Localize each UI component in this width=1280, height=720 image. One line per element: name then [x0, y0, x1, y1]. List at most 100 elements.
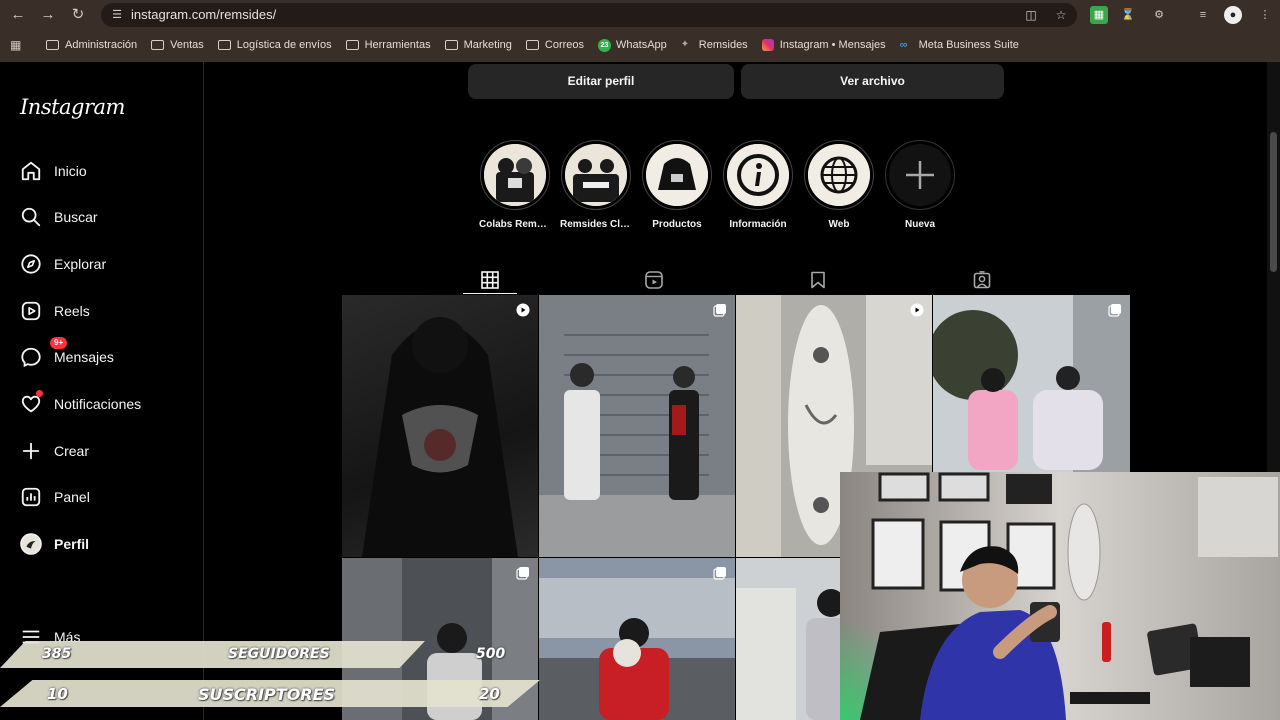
reload-icon[interactable]: ↻: [68, 5, 88, 25]
sidebar-item-panel[interactable]: Panel: [20, 485, 90, 509]
highlight-remsides-club[interactable]: Remsides Club: [560, 140, 632, 230]
highlight-cover-image: [646, 144, 708, 206]
bookmarks-bar: ▦ Administración Ventas Logística de env…: [0, 32, 1280, 58]
bookmark-administracion[interactable]: Administración: [46, 39, 137, 51]
active-tab-indicator: [463, 293, 517, 294]
bookmark-instagram-mensajes[interactable]: Instagram • Mensajes: [761, 39, 886, 51]
reel-indicator-icon: [910, 303, 924, 317]
subscribers-label: SUSCRIPTORES: [198, 685, 336, 704]
folder-icon: [217, 40, 231, 50]
bookmark-star-icon[interactable]: ☆: [1053, 7, 1069, 23]
browser-menu-icon[interactable]: ⋮: [1256, 6, 1274, 24]
webcam-image: [840, 472, 1280, 720]
dashboard-icon: [21, 487, 41, 507]
sidebar-item-mensajes[interactable]: 9+ Mensajes: [20, 337, 114, 369]
sidebar-item-inicio[interactable]: Inicio: [20, 159, 87, 183]
tab-tagged[interactable]: [955, 264, 1009, 296]
highlight-web[interactable]: Web: [803, 140, 875, 230]
bookmark-meta-business[interactable]: ∞ Meta Business Suite: [900, 39, 1019, 51]
browser-chrome: ← → ↻ ☰ instagram.com/remsides/ ◫ ☆ ▦ ⌛ …: [0, 0, 1280, 62]
tab-posts[interactable]: [463, 264, 517, 296]
highlight-new[interactable]: Nueva: [884, 140, 956, 230]
post-image: [539, 558, 735, 720]
bookmark-whatsapp[interactable]: 23 WhatsApp: [598, 38, 667, 52]
hourglass-extension-icon[interactable]: ⌛: [1119, 6, 1137, 24]
subscribers-current: 10: [47, 685, 68, 703]
site-settings-icon[interactable]: ☰: [109, 7, 125, 23]
followers-goal: 500: [476, 646, 506, 662]
address-url[interactable]: instagram.com/remsides/: [131, 7, 276, 23]
folder-icon: [525, 40, 539, 50]
webcam-overlay: [840, 472, 1280, 720]
meta-icon: ∞: [899, 39, 908, 51]
post-image: [362, 317, 518, 557]
posts-grid-icon: [481, 271, 499, 289]
messenger-icon: [21, 347, 41, 368]
browser-profile-avatar[interactable]: ●: [1224, 6, 1242, 24]
followers-counter: 385 SEGUIDORES 500: [0, 641, 505, 668]
instagram-icon: [761, 39, 774, 51]
search-icon: [21, 207, 41, 227]
bookmark-remsides[interactable]: ✦ Remsides: [681, 39, 748, 51]
reels-icon: [645, 271, 663, 289]
carousel-indicator-icon: [713, 304, 726, 317]
tagged-icon: [973, 271, 991, 289]
reel-indicator-icon: [516, 303, 530, 317]
post-image: [539, 295, 735, 557]
highlight-colabs[interactable]: Colabs Remsi...: [479, 140, 551, 230]
sidebar-item-notificaciones[interactable]: Notificaciones: [20, 390, 141, 416]
edit-profile-button[interactable]: Editar perfil: [468, 64, 734, 99]
followers-label: SEGUIDORES: [228, 646, 330, 662]
messages-count-badge: 9+: [50, 337, 68, 349]
sidebar-item-reels[interactable]: Reels: [20, 299, 90, 323]
instagram-sidebar: Instagram Inicio Buscar Explorar Reels 9…: [0, 62, 204, 720]
extension-green-icon[interactable]: ▦: [1090, 6, 1108, 24]
add-highlight-plus-icon: [889, 144, 951, 206]
carousel-indicator-icon: [516, 567, 529, 580]
avatar-icon: [20, 533, 42, 555]
instagram-logo[interactable]: Instagram: [20, 95, 125, 119]
remsides-logo-icon: ✦: [680, 39, 690, 50]
sidebar-item-buscar[interactable]: Buscar: [20, 205, 98, 229]
post-tile[interactable]: [539, 295, 735, 557]
carousel-indicator-icon: [1108, 304, 1121, 317]
folder-icon: [444, 40, 458, 50]
notification-dot: [36, 390, 43, 397]
home-icon: [21, 161, 41, 181]
reading-list-icon[interactable]: ≡: [1194, 6, 1212, 24]
highlight-productos[interactable]: Productos: [641, 140, 713, 230]
sidebar-item-explorar[interactable]: Explorar: [20, 252, 106, 276]
followers-current: 385: [42, 646, 72, 662]
sidebar-item-perfil[interactable]: Perfil: [20, 532, 89, 556]
info-icon: [727, 144, 789, 206]
reels-icon: [21, 301, 41, 321]
saved-icon: [811, 271, 825, 289]
subscribers-counter: 10 SUSCRIPTORES 20: [0, 680, 540, 707]
apps-grid-icon[interactable]: ▦: [10, 38, 24, 52]
view-archive-button[interactable]: Ver archivo: [741, 64, 1004, 99]
compass-icon: [21, 254, 41, 274]
folder-icon: [345, 40, 359, 50]
scrollbar-thumb[interactable]: [1270, 132, 1277, 272]
back-arrow-icon[interactable]: ←: [8, 5, 28, 25]
globe-icon: [808, 144, 870, 206]
carousel-indicator-icon: [713, 567, 726, 580]
subscribers-goal: 20: [479, 685, 500, 703]
highlight-cover-image: [484, 144, 546, 206]
bookmark-correos[interactable]: Correos: [525, 39, 584, 51]
sidebar-item-crear[interactable]: Crear: [20, 439, 89, 463]
bookmark-logistica[interactable]: Logística de envíos: [217, 39, 332, 51]
install-app-icon[interactable]: ◫: [1023, 7, 1039, 23]
bookmark-herramientas[interactable]: Herramientas: [345, 39, 431, 51]
folder-icon: [151, 40, 165, 50]
address-bar[interactable]: ☰ instagram.com/remsides/ ◫ ☆: [101, 3, 1077, 27]
forward-arrow-icon[interactable]: →: [38, 5, 58, 25]
highlight-informacion[interactable]: Información: [722, 140, 794, 230]
bookmark-ventas[interactable]: Ventas: [151, 39, 204, 51]
extensions-puzzle-icon[interactable]: ⚙: [1150, 6, 1168, 24]
post-tile[interactable]: [342, 295, 538, 557]
tab-saved[interactable]: [791, 264, 845, 296]
post-tile[interactable]: [539, 558, 735, 720]
bookmark-marketing[interactable]: Marketing: [444, 39, 512, 51]
tab-reels[interactable]: [627, 264, 681, 296]
